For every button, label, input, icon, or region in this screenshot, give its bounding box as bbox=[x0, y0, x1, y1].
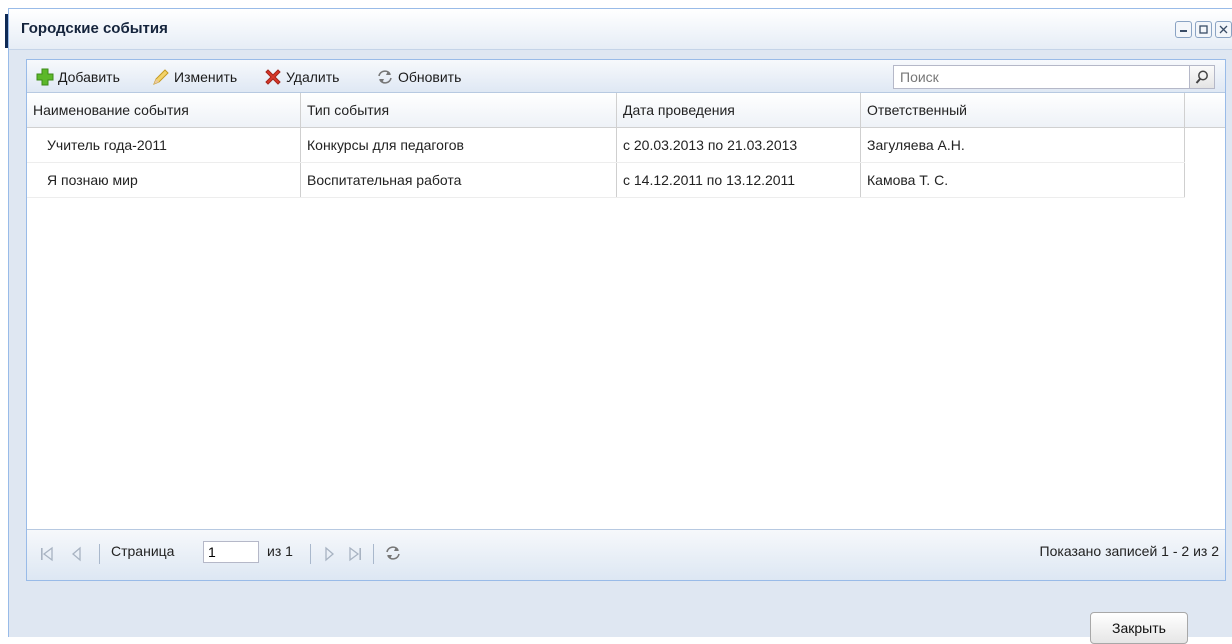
edit-button-label: Изменить bbox=[174, 69, 238, 85]
search-icon bbox=[1195, 70, 1208, 84]
page-count-label: из 1 bbox=[267, 543, 293, 559]
refresh-icon bbox=[378, 70, 392, 84]
grid-header: Наименование события Тип события Дата пр… bbox=[27, 93, 1225, 128]
maximize-icon[interactable] bbox=[1195, 21, 1212, 38]
cell-date: с 20.03.2013 по 21.03.2013 bbox=[617, 128, 861, 162]
cell-responsible: Загуляева А.Н. bbox=[861, 128, 1185, 162]
pager-separator bbox=[373, 544, 374, 564]
records-summary: Показано записей 1 - 2 из 2 bbox=[1039, 543, 1219, 559]
prev-page-icon[interactable] bbox=[69, 546, 85, 562]
pager-refresh-icon[interactable] bbox=[383, 543, 403, 563]
edit-button[interactable]: Изменить bbox=[151, 67, 237, 87]
delete-x-icon bbox=[265, 69, 281, 85]
refresh-button[interactable]: Обновить bbox=[375, 67, 461, 87]
column-header-event-name[interactable]: Наименование события bbox=[27, 93, 301, 127]
column-header-date[interactable]: Дата проведения bbox=[617, 93, 861, 127]
minimize-icon[interactable] bbox=[1175, 21, 1192, 38]
window-titlebar[interactable]: Городские события bbox=[9, 9, 1232, 50]
column-header-event-type[interactable]: Тип события bbox=[301, 93, 617, 127]
plus-icon bbox=[36, 68, 54, 86]
next-page-icon[interactable] bbox=[321, 546, 337, 562]
search-button[interactable] bbox=[1189, 66, 1214, 88]
window-title: Городские события bbox=[21, 20, 168, 37]
cell-event-name: Учитель года-2011 bbox=[27, 128, 301, 162]
refresh-button-label: Обновить bbox=[398, 69, 462, 85]
page-number-input[interactable] bbox=[203, 541, 259, 563]
close-icon[interactable] bbox=[1215, 21, 1232, 38]
pager-separator bbox=[310, 544, 311, 564]
page-label: Страница bbox=[111, 543, 175, 559]
first-page-icon[interactable] bbox=[39, 546, 55, 562]
search-field bbox=[893, 65, 1215, 89]
table-row[interactable]: Учитель года-2011 Конкурсы для педагогов… bbox=[27, 128, 1185, 163]
cell-event-type: Конкурсы для педагогов bbox=[301, 128, 617, 162]
cell-event-type: Воспитательная работа bbox=[301, 163, 617, 197]
search-input[interactable] bbox=[894, 66, 1186, 88]
cell-event-name: Я познаю мир bbox=[27, 163, 301, 197]
table-row[interactable]: Я познаю мир Воспитательная работа с 14.… bbox=[27, 163, 1185, 198]
last-page-icon[interactable] bbox=[347, 546, 363, 562]
delete-button[interactable]: Удалить bbox=[263, 67, 339, 87]
cell-date: с 14.12.2011 по 13.12.2011 bbox=[617, 163, 861, 197]
close-button[interactable]: Закрыть bbox=[1090, 612, 1188, 644]
delete-button-label: Удалить bbox=[286, 69, 340, 85]
grid-toolbar: Добавить Изменить Удалить Обновить bbox=[27, 60, 1225, 93]
events-grid-panel: Добавить Изменить Удалить Обновить Поиск… bbox=[26, 59, 1226, 581]
paging-toolbar: Страница из 1 Показано записей 1 - 2 из … bbox=[27, 529, 1225, 580]
pencil-icon bbox=[153, 69, 169, 85]
window-controls bbox=[1175, 21, 1232, 38]
pager-separator bbox=[99, 544, 100, 564]
cell-responsible: Камова Т. С. bbox=[861, 163, 1185, 197]
add-button[interactable]: Добавить bbox=[35, 67, 120, 87]
add-button-label: Добавить bbox=[58, 69, 120, 85]
left-edge bbox=[0, 0, 8, 637]
column-header-responsible[interactable]: Ответственный bbox=[861, 93, 1185, 127]
